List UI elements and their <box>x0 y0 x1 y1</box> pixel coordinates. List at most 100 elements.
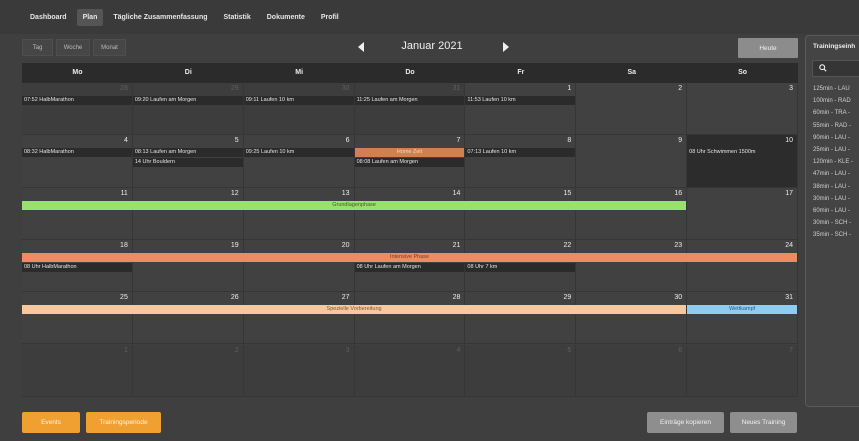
day-cell[interactable]: 6 <box>576 344 688 397</box>
day-cell[interactable]: 31 <box>687 292 798 345</box>
day-cell[interactable]: 29 <box>132 83 244 136</box>
view-day-button[interactable]: Tag <box>22 39 53 56</box>
nav-item-3[interactable]: Tägliche Zusammenfassung <box>107 9 213 26</box>
day-cell[interactable]: 12 <box>132 187 244 240</box>
day-number: 1 <box>567 85 572 92</box>
day-cell[interactable]: 19 <box>132 239 244 293</box>
day-cell[interactable]: 2 <box>576 83 688 136</box>
day-cell[interactable]: 23 <box>576 239 688 293</box>
training-unit-item[interactable]: 38min - LAU - <box>806 181 859 193</box>
day-cell[interactable]: 15 <box>465 187 577 240</box>
day-number: 15 <box>563 189 572 197</box>
day-cell[interactable]: 8 <box>465 135 577 188</box>
new-training-button[interactable]: Neues Training <box>730 412 797 433</box>
training-unit-item[interactable]: 60min - LAU - <box>806 205 859 217</box>
week-row: 25 26 27 28 29 30 31 Spezielle Vorbereitung Wett… <box>22 292 798 345</box>
day-cell[interactable]: 30 <box>576 292 688 345</box>
calendar-event[interactable]: 11:25 Laufen am Morgen <box>354 96 465 105</box>
calendar-event[interactable]: 08:32 HalbMarathon <box>22 148 132 158</box>
calendar-event[interactable]: 07:13 Laufen 10 km <box>465 148 576 158</box>
calendar-event[interactable]: 14 Uhr Bouldern <box>132 158 243 168</box>
training-phase-bar[interactable]: Spezielle Vorbereitung <box>22 305 687 315</box>
day-cell[interactable]: 28 <box>354 292 466 345</box>
view-week-button[interactable]: Woche <box>56 39 90 56</box>
day-cell[interactable]: 25 <box>22 292 133 345</box>
calendar-event[interactable]: 07:52 HalbMarathon <box>22 96 132 105</box>
day-cell[interactable]: 27 <box>243 292 355 345</box>
calendar-event[interactable]: 11:53 Laufen 10 km <box>465 96 576 105</box>
day-cell[interactable]: 4 <box>354 344 466 397</box>
day-cell[interactable]: 3 <box>687 83 798 136</box>
weekday-label: So <box>738 69 748 76</box>
day-number: 3 <box>789 85 793 92</box>
training-phase-bar[interactable]: Wettkampf <box>687 305 797 315</box>
calendar-event[interactable]: 08:13 Laufen am Morgen <box>132 148 243 158</box>
calendar-event[interactable]: 08 Uhr 7 km <box>465 262 576 272</box>
training-unit-item[interactable]: 120min - KLE - <box>806 156 859 168</box>
nav-item-6[interactable]: Profil <box>315 9 345 26</box>
training-unit-item[interactable]: 30min - LAU - <box>806 193 859 205</box>
calendar-event[interactable]: 09:25 Laufen 10 km <box>243 148 354 158</box>
training-unit-item[interactable]: 30min - SCH - <box>806 217 859 229</box>
day-number: 31 <box>785 294 793 302</box>
events-button[interactable]: Events <box>22 412 80 433</box>
training-phase-bar[interactable]: Grundlagenphase <box>22 200 687 210</box>
day-cell[interactable]: 16 <box>576 187 688 240</box>
day-number: 12 <box>230 189 239 197</box>
calendar-event[interactable]: 08 Uhr Laufen am Morgen <box>354 262 465 272</box>
day-cell[interactable]: 26 <box>132 292 244 345</box>
nav-item-4[interactable]: Statistik <box>218 9 257 26</box>
calendar-event[interactable]: Home Zeit <box>354 148 465 158</box>
day-cell[interactable]: 14 <box>354 187 466 240</box>
nav-item-5[interactable]: Dokumente <box>261 9 311 26</box>
search-input[interactable] <box>812 60 859 77</box>
weekday-header: Mo Di Mi Do Fr Sa So <box>22 63 798 83</box>
nav-item-1[interactable]: Dashboard <box>24 9 73 26</box>
day-cell[interactable]: 9 <box>576 135 688 188</box>
day-cell[interactable]: 3 <box>243 344 355 397</box>
day-cell[interactable]: 11 <box>22 187 133 240</box>
training-unit-item[interactable]: 35min - SCH - <box>806 229 859 241</box>
copy-entries-button[interactable]: Einträge kopieren <box>647 412 724 433</box>
day-cell[interactable]: 2 <box>132 344 244 397</box>
next-month-icon[interactable] <box>503 42 509 52</box>
training-unit-item[interactable]: 125min - LAU <box>806 83 859 95</box>
day-cell[interactable]: 24 <box>687 239 798 293</box>
training-phase-bar[interactable]: Intensive Phase <box>22 252 797 262</box>
week-row: 1 2 3 4 5 6 7 <box>22 344 798 397</box>
prev-month-icon[interactable] <box>358 42 364 52</box>
training-unit-item[interactable]: 25min - LAU - <box>806 144 859 156</box>
day-cell[interactable]: 4 <box>22 135 133 188</box>
training-period-button[interactable]: Trainingsperiode <box>86 412 161 433</box>
day-cell[interactable]: 28 <box>22 83 133 136</box>
weekday-label: Do <box>405 69 415 76</box>
calendar-event[interactable]: 08:08 Laufen am Morgen <box>354 158 465 168</box>
calendar-event[interactable]: 08 Uhr HalbMarathon <box>22 262 132 272</box>
day-cell[interactable]: 6 <box>243 135 355 188</box>
day-cell[interactable]: 1 <box>465 83 577 136</box>
day-cell[interactable]: 13 <box>243 187 355 240</box>
day-cell[interactable]: 17 <box>687 187 798 240</box>
day-number: 3 <box>345 346 350 354</box>
training-unit-item[interactable]: 60min - TRA - <box>806 107 859 119</box>
day-cell[interactable]: 1 <box>22 344 133 397</box>
training-unit-item[interactable]: 100min - RAD <box>806 95 859 107</box>
calendar-event[interactable]: 09:20 Laufen am Morgen <box>132 96 243 105</box>
day-cell[interactable]: 29 <box>465 292 577 345</box>
today-button[interactable]: Heute <box>738 38 798 58</box>
nav-item-2[interactable]: Plan <box>76 8 104 26</box>
day-cell[interactable]: 5 <box>465 344 577 397</box>
day-number: 23 <box>674 241 683 249</box>
day-cell[interactable]: 31 <box>354 83 466 136</box>
day-number: 28 <box>120 85 128 92</box>
day-cell[interactable]: 20 <box>243 239 355 293</box>
view-month-button[interactable]: Monat <box>93 39 126 56</box>
training-unit-item[interactable]: 90min - LAU - <box>806 132 859 144</box>
training-unit-item[interactable]: 55min - RAD - <box>806 120 859 132</box>
day-cell[interactable]: 30 <box>243 83 355 136</box>
day-cell[interactable]: 10 <box>687 135 798 188</box>
calendar-event[interactable]: 09:11 Laufen 10 km <box>243 96 354 105</box>
training-unit-item[interactable]: 47min - LAU - <box>806 168 859 180</box>
day-cell[interactable]: 7 <box>687 344 798 397</box>
calendar-event[interactable]: 08 Uhr Schwimmen 1500m <box>687 148 797 157</box>
